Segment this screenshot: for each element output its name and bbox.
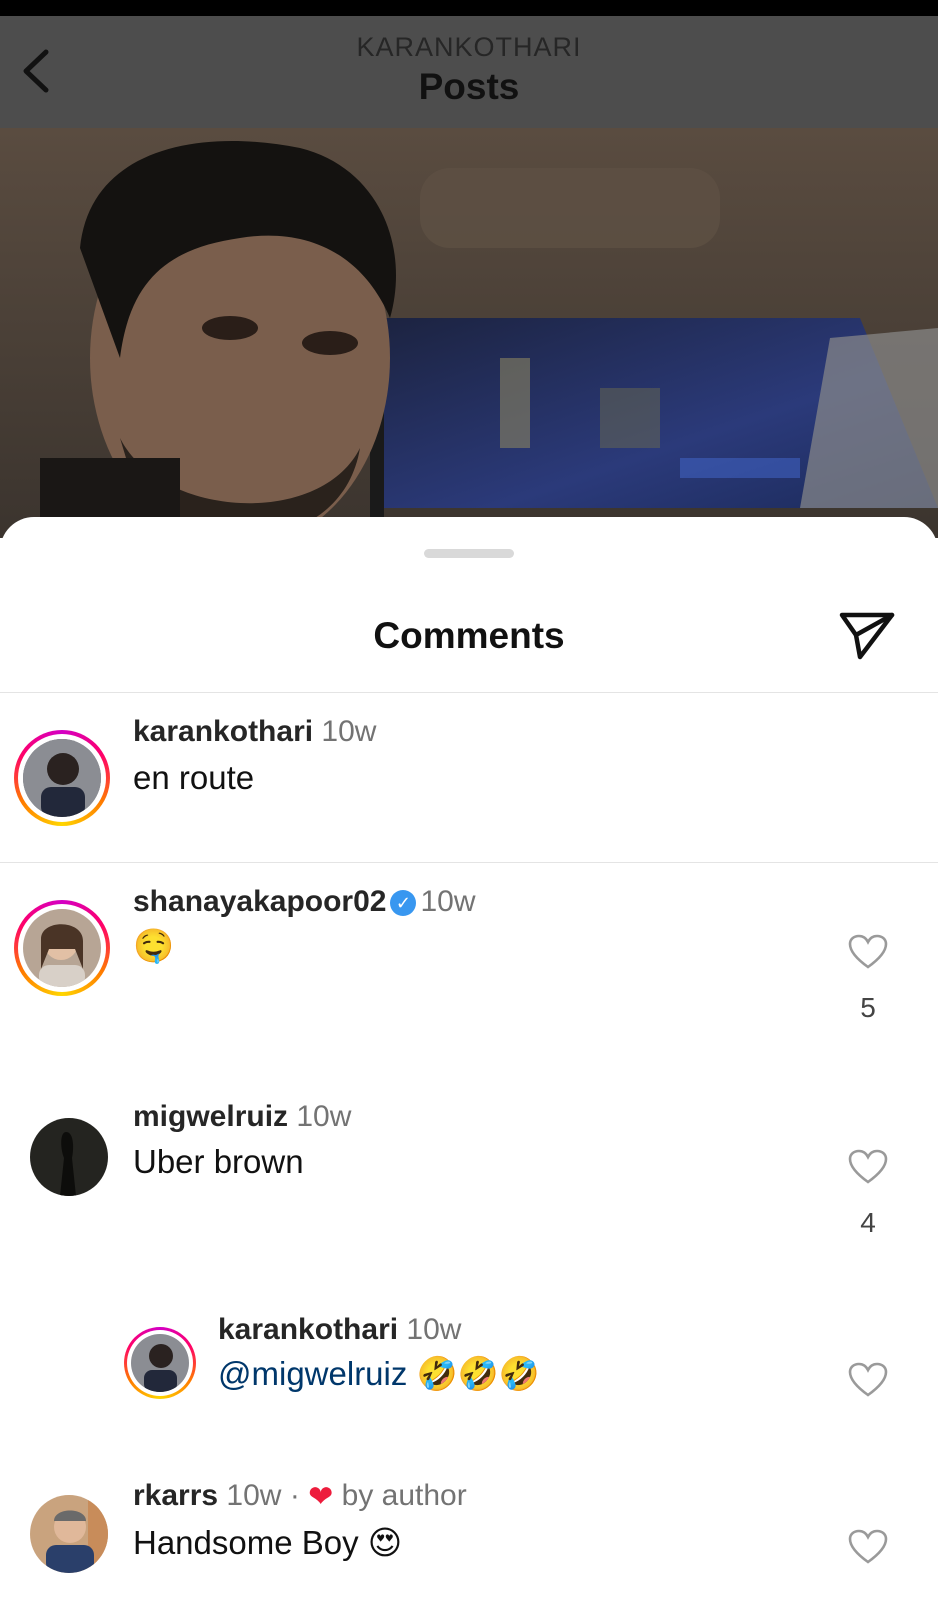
avatar bbox=[23, 739, 101, 817]
avatar-story-ring[interactable] bbox=[14, 730, 110, 826]
heart-outline-icon[interactable] bbox=[848, 934, 888, 970]
avatar[interactable] bbox=[30, 1495, 108, 1573]
heart-outline-icon[interactable] bbox=[848, 1362, 888, 1398]
avatar[interactable] bbox=[30, 1118, 108, 1196]
comment-time: 10w bbox=[406, 1313, 462, 1346]
header-title: Posts bbox=[418, 66, 520, 107]
heart-filled-icon: ❤ bbox=[308, 1480, 334, 1514]
comment-time: 10w bbox=[420, 885, 476, 918]
avatar-story-ring[interactable] bbox=[14, 900, 110, 996]
sheet-grabber[interactable] bbox=[424, 549, 514, 558]
avatar bbox=[131, 1334, 189, 1392]
post-photo-image bbox=[0, 128, 938, 538]
comment-text: Handsome Boy bbox=[133, 1524, 359, 1561]
comment-username[interactable]: karankothari bbox=[218, 1313, 398, 1346]
avatar-story-ring[interactable] bbox=[124, 1327, 196, 1399]
comment-emojis: 🤣🤣🤣 bbox=[416, 1355, 540, 1392]
comments-sheet: Comments karankothari 10w en route shana… bbox=[0, 517, 938, 1600]
avatar bbox=[23, 909, 101, 987]
verified-badge-icon: ✓ bbox=[390, 890, 417, 917]
comment-text: en route bbox=[133, 759, 255, 796]
mention-link[interactable]: @migwelruiz bbox=[218, 1355, 407, 1392]
like-count: 4 bbox=[860, 1207, 876, 1238]
comments-title: Comments bbox=[373, 615, 565, 656]
divider bbox=[0, 862, 938, 863]
divider bbox=[0, 692, 938, 693]
comment-time: 10w bbox=[296, 1100, 352, 1133]
like-count: 5 bbox=[860, 992, 876, 1023]
top-header: KARANKOTHARI Posts bbox=[0, 16, 938, 128]
status-bar bbox=[0, 0, 938, 16]
post-photo bbox=[0, 128, 938, 538]
separator-dot: · bbox=[289, 1479, 300, 1512]
heart-outline-icon[interactable] bbox=[848, 1529, 888, 1565]
liked-by-author-label: by author bbox=[341, 1479, 467, 1512]
comment-username[interactable]: migwelruiz bbox=[133, 1100, 288, 1133]
comment-time: 10w bbox=[321, 715, 377, 748]
send-icon[interactable] bbox=[838, 609, 896, 663]
header-username: KARANKOTHARI bbox=[356, 32, 582, 62]
comment-text: 🤤 bbox=[133, 927, 175, 964]
comment-username[interactable]: rkarrs bbox=[133, 1479, 218, 1512]
comment-emoji: 😍 bbox=[367, 1524, 403, 1561]
comment-username[interactable]: karankothari bbox=[133, 715, 313, 748]
heart-outline-icon[interactable] bbox=[848, 1149, 888, 1185]
comment-text: Uber brown bbox=[133, 1143, 304, 1180]
comment-username[interactable]: shanayakapoor02 bbox=[133, 885, 386, 918]
comment-time: 10w bbox=[226, 1479, 282, 1512]
